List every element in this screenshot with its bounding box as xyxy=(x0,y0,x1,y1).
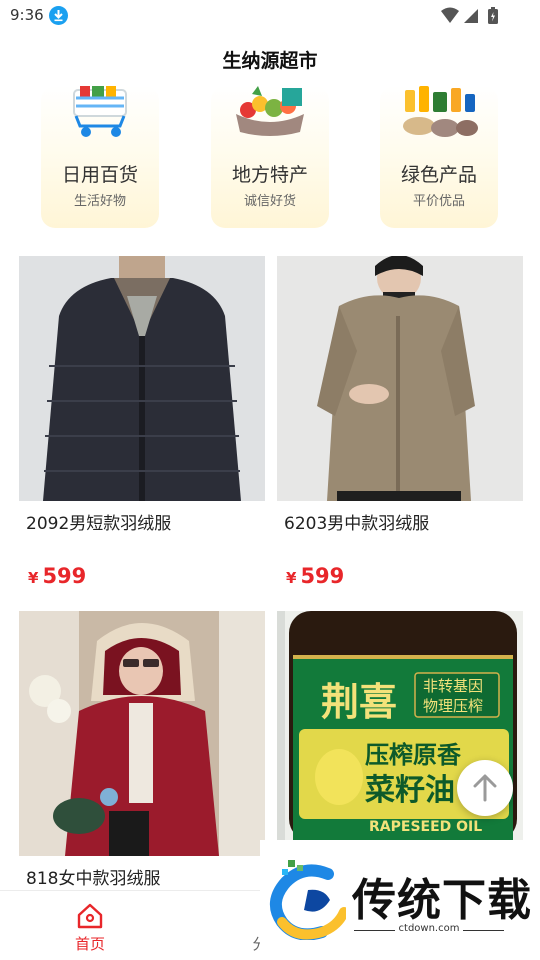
category-title: 绿色产品 xyxy=(400,164,477,186)
tab-home[interactable]: 首页 xyxy=(40,891,140,960)
category-card-local-specialty[interactable]: 地方特产 诚信好货 xyxy=(211,86,329,228)
watermark-url-text: ctdown.com xyxy=(394,923,464,934)
watermark-url: ctdown.com xyxy=(354,923,504,934)
oil-tag-line2: 物理压榨 xyxy=(423,697,484,715)
status-icons xyxy=(440,6,510,30)
scroll-to-top-button[interactable] xyxy=(457,760,513,816)
product-card[interactable]: 6203男中款羽绒服 ¥599 xyxy=(277,256,523,596)
product-image[interactable] xyxy=(19,611,265,856)
arrow-up-icon xyxy=(473,774,497,802)
category-subtitle: 平价优品 xyxy=(412,194,465,209)
signal-icon xyxy=(464,9,478,23)
price-value: 599 xyxy=(300,564,345,588)
oil-tag-line1: 非转基因 xyxy=(423,677,484,695)
product-name: 6203男中款羽绒服 xyxy=(284,514,430,534)
product-name: 818女中款羽绒服 xyxy=(26,869,161,889)
battery-icon xyxy=(488,7,498,24)
price-currency: ¥ xyxy=(286,569,297,587)
tab-home-label: 首页 xyxy=(74,935,105,953)
product-card[interactable]: 2092男短款羽绒服 ¥599 xyxy=(19,256,265,596)
category-card-green-products[interactable]: 绿色产品 平价优品 xyxy=(380,86,498,228)
wifi-icon xyxy=(441,7,459,23)
produce-icon xyxy=(236,86,304,136)
product-name: 2092男短款羽绒服 xyxy=(26,514,172,534)
category-title: 地方特产 xyxy=(231,164,308,186)
product-image[interactable] xyxy=(19,256,265,501)
product-price: ¥599 xyxy=(286,564,344,588)
oil-main-line2: 菜籽油 xyxy=(365,773,455,808)
product-card[interactable]: 818女中款羽绒服 xyxy=(19,611,265,891)
grocery-icon xyxy=(403,86,478,137)
price-value: 599 xyxy=(42,564,87,588)
download-icon xyxy=(49,6,68,25)
page-title: 生纳源超市 xyxy=(222,50,318,72)
product-price: ¥599 xyxy=(28,564,86,588)
status-time: 9:36 xyxy=(10,6,44,24)
oil-english: RAPESEED OIL xyxy=(369,819,483,835)
watermark-text: 传统下载 xyxy=(352,875,532,926)
watermark-logo-icon xyxy=(270,860,346,940)
status-bar: 9:36 xyxy=(0,0,540,32)
home-icon xyxy=(77,903,103,929)
watermark: 传统下载 ctdown.com xyxy=(260,840,540,960)
price-currency: ¥ xyxy=(28,569,39,587)
category-title: 日用百货 xyxy=(61,164,138,186)
category-subtitle: 生活好物 xyxy=(73,194,126,209)
product-image[interactable] xyxy=(277,256,523,501)
oil-brand: 荆喜 xyxy=(321,680,398,724)
shopping-cart-icon xyxy=(73,86,127,137)
category-card-daily-goods[interactable]: 日用百货 生活好物 xyxy=(41,86,159,228)
category-subtitle: 诚信好货 xyxy=(243,194,296,209)
